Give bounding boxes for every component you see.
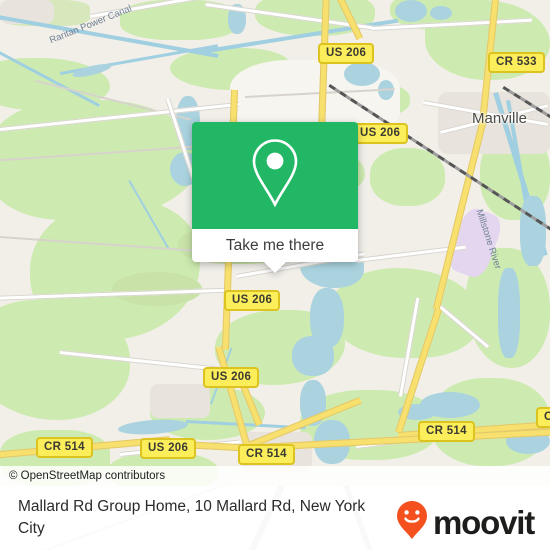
- moovit-smiley-pin-icon: [396, 500, 428, 545]
- route-shield-us206-behind-popup[interactable]: US 206: [352, 123, 409, 144]
- route-shield-us206[interactable]: US 206: [224, 290, 281, 311]
- map-screenshot: Raritan Power Canal Millstone River Manv…: [0, 0, 550, 550]
- attribution-text[interactable]: © OpenStreetMap contributors: [0, 470, 165, 482]
- popup-pointer: [264, 262, 286, 273]
- footer-bar: Mallard Rd Group Home, 10 Mallard Rd, Ne…: [0, 486, 550, 550]
- map-pin-icon: [247, 136, 303, 215]
- location-popup[interactable]: Take me there: [192, 122, 358, 273]
- route-shield-us206[interactable]: US 206: [140, 438, 197, 459]
- map-attribution-bar: © OpenStreetMap contributors: [0, 466, 550, 486]
- route-shield-cr514[interactable]: CR 514: [36, 437, 93, 458]
- route-shield-us206[interactable]: US 206: [318, 43, 375, 64]
- water-label: Raritan Power Canal: [48, 3, 134, 47]
- map-canvas[interactable]: Raritan Power Canal Millstone River Manv…: [0, 0, 550, 486]
- popup-image-area: [192, 122, 358, 229]
- address-label: Mallard Rd Group Home, 10 Mallard Rd, Ne…: [18, 498, 366, 537]
- moovit-brand[interactable]: moovit: [396, 500, 535, 545]
- route-shield-cr514[interactable]: CR 514: [238, 444, 295, 465]
- route-shield-cr533[interactable]: CR 533: [488, 52, 545, 73]
- route-shield-partial[interactable]: C: [536, 407, 550, 428]
- take-me-there-button[interactable]: Take me there: [192, 229, 358, 262]
- route-shield-cr514[interactable]: CR 514: [418, 421, 475, 442]
- water-label: Millstone River: [473, 208, 504, 271]
- take-me-there-label: Take me there: [225, 236, 325, 254]
- moovit-wordmark: moovit: [433, 504, 535, 541]
- route-shield-us206[interactable]: US 206: [203, 367, 260, 388]
- place-label-manville: Manville: [472, 110, 528, 127]
